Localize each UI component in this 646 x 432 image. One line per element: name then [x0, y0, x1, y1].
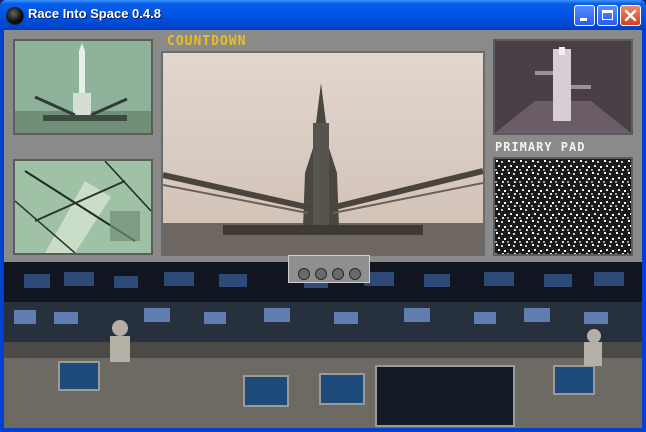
mission-control-room [4, 262, 642, 428]
launch-monitor-area: COUNTDOWN PRIMARY PAD [4, 30, 642, 262]
window-frame-bottom [0, 428, 646, 432]
close-icon [624, 9, 637, 22]
camera-feed-main [161, 51, 485, 256]
app-window: Race Into Space 0.4.8 COUNTDOWN PRIMARY … [0, 0, 646, 432]
rewind-button[interactable] [298, 268, 310, 280]
maximize-button[interactable] [597, 5, 618, 26]
camera-feed-gantry-closeup [13, 159, 153, 255]
fast-forward-button[interactable] [349, 268, 361, 280]
camera-feed-static [493, 157, 633, 256]
playback-controls [288, 255, 370, 283]
maximize-icon [602, 10, 613, 20]
rocket-pad-image [15, 41, 151, 133]
app-icon[interactable] [6, 7, 24, 25]
pause-button[interactable] [315, 268, 327, 280]
tv-static-noise [495, 159, 631, 254]
play-button[interactable] [332, 268, 344, 280]
game-screen: COUNTDOWN PRIMARY PAD [4, 30, 642, 428]
mission-control-image [4, 262, 642, 428]
window-frame-right [642, 30, 646, 432]
window-title: Race Into Space 0.4.8 [28, 6, 161, 21]
close-button[interactable] [620, 5, 641, 26]
primary-pad-label: PRIMARY PAD [495, 140, 586, 154]
minimize-button[interactable] [574, 5, 595, 26]
rocket-night-image [495, 41, 631, 133]
camera-feed-pad-wide [13, 39, 153, 135]
title-bar[interactable]: Race Into Space 0.4.8 [0, 0, 646, 30]
gantry-closeup-image [15, 161, 151, 253]
countdown-label: COUNTDOWN [167, 34, 247, 49]
rocket-launch-main-image [163, 53, 483, 254]
camera-feed-pad-night [493, 39, 633, 135]
minimize-icon [580, 18, 587, 21]
